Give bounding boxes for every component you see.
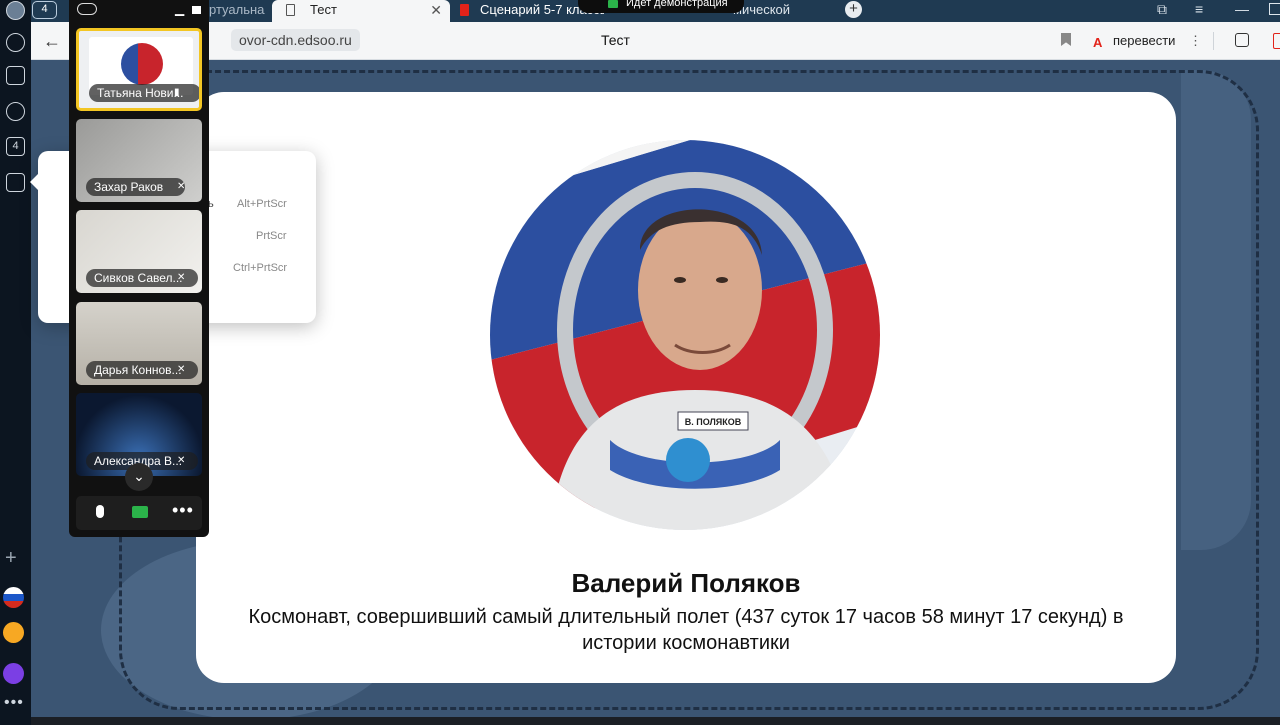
bookmark-icon[interactable]	[1061, 33, 1071, 46]
close-icon[interactable]: ✕	[430, 0, 442, 20]
shortcut-window[interactable]: Ctrl+PrtScr	[233, 262, 287, 274]
document-icon	[286, 4, 295, 16]
popup-caret	[30, 173, 39, 191]
tabs-counter[interactable]: 4	[32, 1, 57, 19]
back-arrow-icon[interactable]: ←	[43, 31, 61, 52]
mic-muted-icon: ✕	[177, 455, 186, 466]
page-title: Тест	[601, 32, 630, 48]
camera-icon[interactable]	[6, 173, 25, 192]
call-logo-icon	[77, 3, 97, 15]
maximize-icon[interactable]	[1269, 3, 1280, 15]
left-rail: 4 + •••	[0, 0, 31, 725]
participant-tile[interactable]: Сивков Савел... ✕	[76, 210, 202, 293]
cosmonaut-description: Космонавт, совершивший самый длительный …	[248, 606, 1124, 654]
url-field[interactable]: ovor-cdn.edsoo.ru	[231, 29, 360, 51]
screen-share-button[interactable]	[132, 506, 148, 518]
window-icon[interactable]	[192, 6, 201, 14]
minimize-icon[interactable]: ▁	[175, 2, 184, 16]
video-call-panel: ▁ Татьяна Нови... ▮ Захар Раков ✕ Сивков…	[69, 0, 209, 537]
shortcut-full[interactable]: PrtScr	[256, 230, 287, 242]
chevron-down-icon[interactable]: ⌄	[125, 463, 153, 491]
demo-status-pill: Идет демонстрация	[578, 0, 744, 13]
mic-icon: ▮	[174, 87, 180, 98]
participant-name: Захар Раков	[86, 178, 186, 196]
more-options-button[interactable]: •••	[172, 500, 194, 521]
cosmonaut-name: Валерий Поляков	[571, 568, 801, 598]
mic-muted-icon: ✕	[177, 364, 186, 375]
slide-card: В. ПОЛЯКОВ Валерий Поляков Космонавт, со…	[196, 92, 1176, 683]
tabs-icon[interactable]: ⧉	[1157, 1, 1167, 18]
tab-counter-icon[interactable]: 4	[6, 137, 25, 156]
alice-icon[interactable]	[3, 663, 24, 684]
call-header: ▁	[69, 0, 209, 26]
shortcut-area[interactable]: Alt+PrtScr	[237, 198, 287, 210]
mic-muted-icon: ✕	[177, 272, 186, 283]
history-icon[interactable]	[6, 33, 25, 52]
divider	[1213, 32, 1214, 50]
new-tab-button[interactable]: +	[845, 1, 862, 18]
play-icon[interactable]	[6, 102, 25, 121]
kebab-icon[interactable]: ⋮	[1189, 30, 1202, 52]
minimize-icon[interactable]: —	[1235, 1, 1249, 17]
microphone-button[interactable]	[96, 505, 104, 518]
demo-status-text: Идет демонстрация	[626, 0, 728, 9]
profile-icon[interactable]	[6, 1, 25, 20]
flag-icon[interactable]	[3, 587, 24, 608]
tab-test[interactable]: Тест ✕	[272, 0, 450, 22]
participant-tile[interactable]: Захар Раков ✕	[76, 119, 202, 202]
pdf-extension-icon[interactable]	[1273, 33, 1280, 49]
taskbar-strip	[31, 717, 1280, 725]
add-icon[interactable]: +	[5, 548, 17, 568]
tab-virtual[interactable]: ртуальная	[209, 0, 265, 22]
participant-tile[interactable]: Татьяна Нови... ▮	[76, 28, 202, 111]
translate-button[interactable]: A перевести ⋮	[1093, 30, 1202, 52]
menu-icon[interactable]: ≡	[1195, 1, 1203, 17]
extension-icon[interactable]	[1235, 33, 1249, 47]
tab-label: ртуальная	[209, 2, 265, 17]
collections-icon[interactable]	[6, 66, 25, 85]
translate-icon: A	[1093, 35, 1103, 50]
mail-icon[interactable]	[3, 622, 24, 643]
tab-label: Тест	[310, 2, 337, 17]
mic-muted-icon: ✕	[177, 181, 186, 192]
screen-share-icon	[608, 0, 618, 8]
avatar	[121, 43, 163, 85]
pdf-icon	[460, 4, 469, 16]
participant-tile[interactable]: Дарья Коннов... ✕	[76, 302, 202, 385]
tab-chemical[interactable]: мической	[733, 0, 813, 22]
translate-label: перевести	[1113, 33, 1176, 48]
svg-text:В. ПОЛЯКОВ: В. ПОЛЯКОВ	[685, 417, 742, 427]
call-controls: •••	[76, 496, 202, 530]
more-icon[interactable]: •••	[4, 694, 24, 712]
cosmonaut-portrait: В. ПОЛЯКОВ	[490, 140, 880, 530]
address-bar: ← ovor-cdn.edsoo.ru Тест A перевести ⋮	[31, 22, 1280, 60]
